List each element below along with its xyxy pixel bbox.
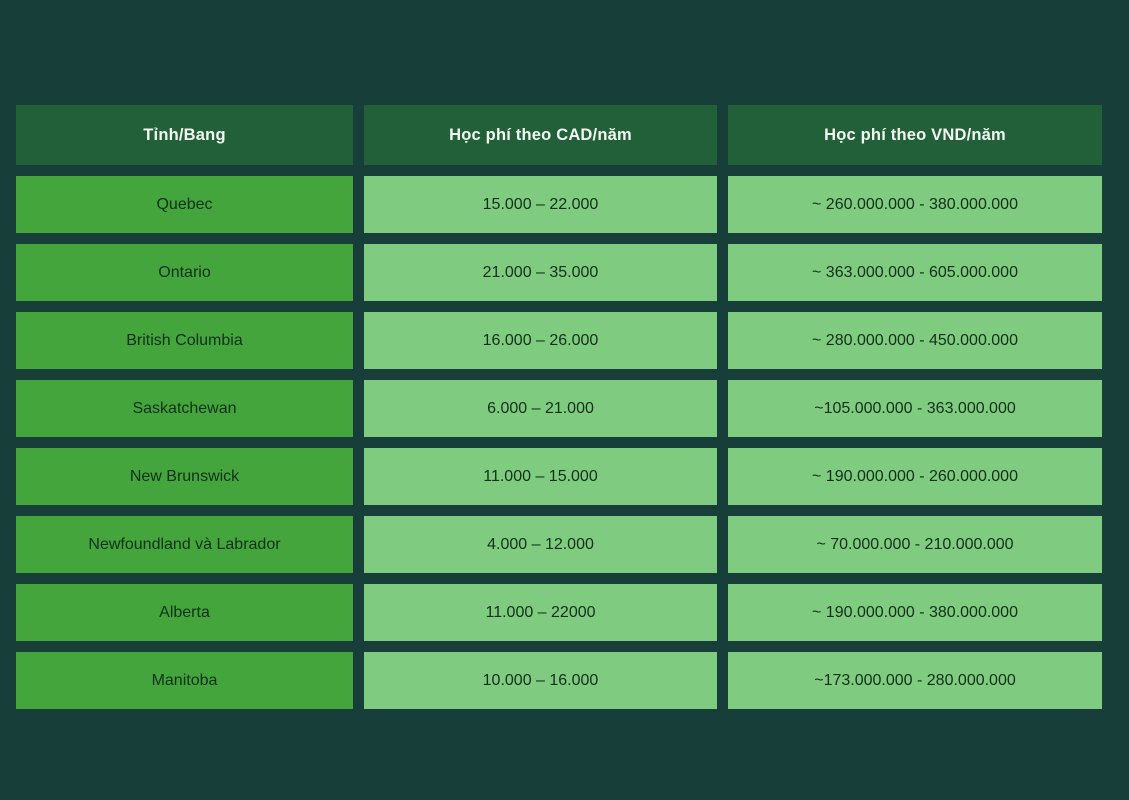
cell-cad: 4.000 – 12.000 (364, 516, 717, 573)
page-root: Tỉnh/Bang Học phí theo CAD/năm Học phí t… (0, 0, 1129, 800)
cell-province: British Columbia (16, 312, 353, 369)
table-row: Manitoba 10.000 – 16.000 ~173.000.000 - … (16, 652, 1102, 709)
cell-cad: 15.000 – 22.000 (364, 176, 717, 233)
cell-province: Alberta (16, 584, 353, 641)
column-header-vnd: Học phí theo VND/năm (728, 105, 1102, 165)
table-row: Newfoundland và Labrador 4.000 – 12.000 … (16, 516, 1102, 573)
cell-province: Saskatchewan (16, 380, 353, 437)
cell-province: Quebec (16, 176, 353, 233)
cell-vnd: ~ 190.000.000 - 260.000.000 (728, 448, 1102, 505)
cell-vnd: ~ 260.000.000 - 380.000.000 (728, 176, 1102, 233)
table-row: British Columbia 16.000 – 26.000 ~ 280.0… (16, 312, 1102, 369)
table-row: Quebec 15.000 – 22.000 ~ 260.000.000 - 3… (16, 176, 1102, 233)
cell-province: Manitoba (16, 652, 353, 709)
table-row: New Brunswick 11.000 – 15.000 ~ 190.000.… (16, 448, 1102, 505)
table-row: Alberta 11.000 – 22000 ~ 190.000.000 - 3… (16, 584, 1102, 641)
table-header-row: Tỉnh/Bang Học phí theo CAD/năm Học phí t… (16, 105, 1102, 165)
cell-province: New Brunswick (16, 448, 353, 505)
cell-vnd: ~ 190.000.000 - 380.000.000 (728, 584, 1102, 641)
table-row: Saskatchewan 6.000 – 21.000 ~105.000.000… (16, 380, 1102, 437)
cell-cad: 21.000 – 35.000 (364, 244, 717, 301)
cell-cad: 11.000 – 22000 (364, 584, 717, 641)
table-row: Ontario 21.000 – 35.000 ~ 363.000.000 - … (16, 244, 1102, 301)
cell-vnd: ~ 280.000.000 - 450.000.000 (728, 312, 1102, 369)
cell-cad: 10.000 – 16.000 (364, 652, 717, 709)
cell-vnd: ~ 363.000.000 - 605.000.000 (728, 244, 1102, 301)
cell-vnd: ~ 70.000.000 - 210.000.000 (728, 516, 1102, 573)
column-header-cad: Học phí theo CAD/năm (364, 105, 717, 165)
tuition-table: Tỉnh/Bang Học phí theo CAD/năm Học phí t… (16, 105, 1102, 709)
cell-cad: 16.000 – 26.000 (364, 312, 717, 369)
cell-vnd: ~173.000.000 - 280.000.000 (728, 652, 1102, 709)
cell-province: Ontario (16, 244, 353, 301)
column-header-province: Tỉnh/Bang (16, 105, 353, 165)
cell-cad: 11.000 – 15.000 (364, 448, 717, 505)
cell-province: Newfoundland và Labrador (16, 516, 353, 573)
cell-vnd: ~105.000.000 - 363.000.000 (728, 380, 1102, 437)
cell-cad: 6.000 – 21.000 (364, 380, 717, 437)
